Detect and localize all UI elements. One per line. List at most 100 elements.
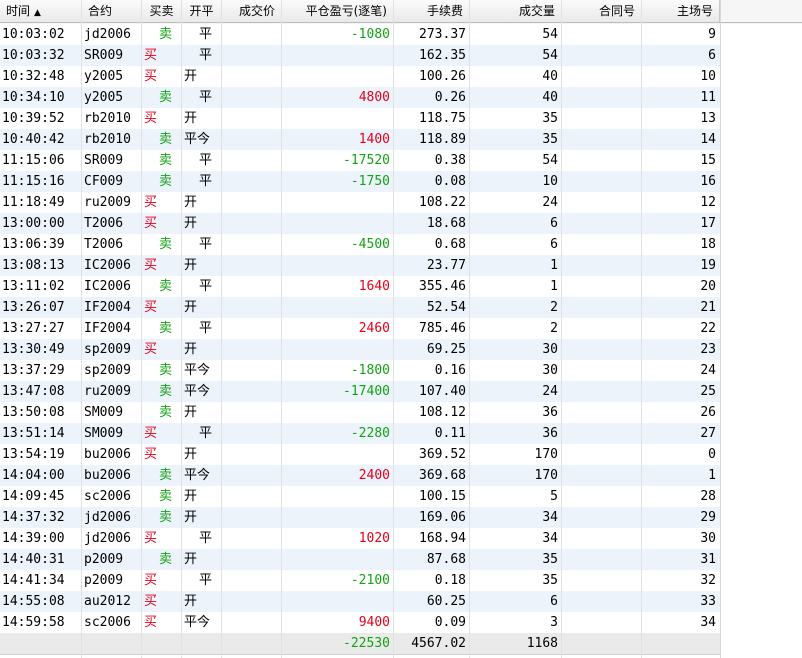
col-divider	[181, 0, 182, 658]
cell-fee: 369.68	[419, 468, 466, 483]
table-row[interactable]: 13:37:29 sp2009 卖平今 -1800 0.16 30 24	[0, 360, 802, 381]
table-row[interactable]: 14:40:31 p2009 卖开 87.68 35 31	[0, 549, 802, 570]
cell-vol: 35	[542, 111, 558, 126]
col-header-side[interactable]: 买卖	[142, 0, 182, 23]
col-header-volume[interactable]: 成交量	[470, 0, 562, 23]
cell-price	[222, 108, 282, 129]
cell-side: 卖	[159, 279, 173, 294]
table-row[interactable]: 13:47:08 ru2009 卖平今 -17400 107.40 24 25	[0, 381, 802, 402]
col-header-contract-no[interactable]: 合同号	[562, 0, 642, 23]
cell-cno	[562, 87, 642, 108]
cell-id: 32	[700, 573, 716, 588]
table-row[interactable]: 10:03:02 jd2006 卖 平 -1080 273.37 54 9	[0, 24, 802, 45]
cell-fee: 0.16	[434, 363, 466, 378]
cell-pnl: -2100	[350, 573, 390, 588]
cell-oc: 开	[184, 405, 198, 420]
cell-side: 卖	[159, 552, 173, 567]
cell-price	[222, 150, 282, 171]
cell-pnl: 1400	[358, 132, 390, 147]
cell-vol: 30	[542, 342, 558, 357]
table-row[interactable]: 13:50:08 SM009 卖开 108.12 36 26	[0, 402, 802, 423]
table-row[interactable]: 10:03:32 SR009 买 平 162.35 54 6	[0, 45, 802, 66]
trade-records-table: 时间 ▲ 合约 买卖 开平 成交价 平仓盈亏(逐笔) 手续费 成交量 合同号 主场…	[0, 0, 802, 658]
table-row[interactable]: 13:26:07 IF2004 买 开 52.54 2 21	[0, 297, 802, 318]
table-row[interactable]: 13:27:27 IF2004 卖平 2460 785.46 2 22	[0, 318, 802, 339]
cell-cno	[562, 591, 642, 612]
table-row[interactable]: 11:15:16 CF009 卖 平 -1750 0.08 10 16	[0, 171, 802, 192]
col-header-open-close[interactable]: 开平	[182, 0, 222, 23]
table-row[interactable]: 13:08:13 IC2006 买 开 23.77 1 19	[0, 255, 802, 276]
cell-oc: 平	[199, 573, 213, 588]
cell-contract: SM009	[84, 426, 124, 441]
cell-time: 10:03:32	[2, 48, 65, 63]
cell-time: 10:39:52	[2, 111, 65, 126]
table-row[interactable]: 13:11:02 IC2006 卖 平 1640 355.46 1 20	[0, 276, 802, 297]
col-header-time[interactable]: 时间 ▲	[0, 0, 82, 23]
cell-side: 卖	[159, 489, 173, 504]
cell-contract: y2005	[84, 69, 124, 84]
col-divider	[641, 0, 642, 658]
cell-side: 买	[144, 300, 158, 315]
cell-oc: 平今	[184, 363, 211, 378]
cell-vol: 24	[542, 195, 558, 210]
col-header-price[interactable]: 成交价	[222, 0, 282, 23]
cell-id: 29	[700, 510, 716, 525]
cell-oc: 开	[184, 552, 198, 567]
cell-pnl	[282, 213, 394, 234]
col-header-contract[interactable]: 合约	[82, 0, 142, 23]
cell-oc: 平	[199, 174, 213, 189]
table-row[interactable]: 10:39:52 rb2010 买 开 118.75 35 13	[0, 108, 802, 129]
table-row[interactable]: 11:18:49 ru2009 买 开 108.22 24 12	[0, 192, 802, 213]
cell-contract: T2006	[84, 237, 124, 252]
table-row[interactable]: 14:37:32 jd2006 卖开 169.06 34 29	[0, 507, 802, 528]
table-row[interactable]: 10:32:48 y2005 买 开 100.26 40 10	[0, 66, 802, 87]
table-row[interactable]: 14:59:58 sc2006 买 平今 9400 0.09 3 34	[0, 612, 802, 633]
cell-id: 20	[700, 279, 716, 294]
cell-fee: 0.08	[434, 174, 466, 189]
cell-time: 13:00:00	[2, 216, 65, 231]
cell-price	[222, 465, 282, 486]
cell-price	[222, 339, 282, 360]
table-row[interactable]: 13:54:19 bu2006 买 开 369.52 170 0	[0, 444, 802, 465]
cell-id: 10	[700, 69, 716, 84]
cell-contract: IF2004	[84, 321, 131, 336]
table-row[interactable]: 14:39:00 jd2006 买 平 1020 168.94 34 30	[0, 528, 802, 549]
cell-id: 0	[708, 447, 716, 462]
cell-contract: rb2010	[84, 132, 131, 147]
cell-oc: 开	[184, 216, 198, 231]
col-header-fee[interactable]: 手续费	[394, 0, 470, 23]
cell-side: 买	[144, 342, 158, 357]
cell-fee: 355.46	[419, 279, 466, 294]
cell-id: 18	[700, 237, 716, 252]
cell-vol: 6	[550, 594, 558, 609]
cell-cno	[562, 507, 642, 528]
bottom-divider	[0, 654, 720, 655]
table-row[interactable]: 14:55:08 au2012 买 开 60.25 6 33	[0, 591, 802, 612]
table-row[interactable]: 14:04:00 bu2006 卖平今 2400 369.68 170 1	[0, 465, 802, 486]
cell-fee: 100.26	[419, 69, 466, 84]
col-header-time-label: 时间	[6, 4, 31, 18]
table-row[interactable]: 14:09:45 sc2006 卖开 100.15 5 28	[0, 486, 802, 507]
cell-contract: ru2009	[84, 195, 131, 210]
cell-fee: 108.22	[419, 195, 466, 210]
table-row[interactable]: 14:41:34 p2009 买 平 -2100 0.18 35 32	[0, 570, 802, 591]
col-divider	[81, 0, 82, 658]
table-row[interactable]: 13:06:39 T2006 卖 平 -4500 0.68 6 18	[0, 234, 802, 255]
table-row[interactable]: 10:34:10 y2005 卖 平 4800 0.26 40 11	[0, 87, 802, 108]
cell-id: 28	[700, 489, 716, 504]
col-header-main-no[interactable]: 主场号	[642, 0, 720, 23]
cell-cno	[562, 486, 642, 507]
cell-price	[222, 507, 282, 528]
cell-cno	[562, 255, 642, 276]
cell-side: 买	[144, 195, 158, 210]
table-row[interactable]: 11:15:06 SR009 卖 平 -17520 0.38 54 15	[0, 150, 802, 171]
table-row[interactable]: 13:00:00 T2006 买 开 18.68 6 17	[0, 213, 802, 234]
cell-price	[222, 444, 282, 465]
cell-id: 27	[700, 426, 716, 441]
table-row[interactable]: 13:51:14 SM009 买 平 -2280 0.11 36 27	[0, 423, 802, 444]
table-row[interactable]: 10:40:42 rb2010 卖平今 1400 118.89 35 14	[0, 129, 802, 150]
cell-side: 买	[144, 48, 158, 63]
cell-contract: IF2004	[84, 300, 131, 315]
col-header-close-pnl[interactable]: 平仓盈亏(逐笔)	[282, 0, 394, 23]
table-row[interactable]: 13:30:49 sp2009 买 开 69.25 30 23	[0, 339, 802, 360]
